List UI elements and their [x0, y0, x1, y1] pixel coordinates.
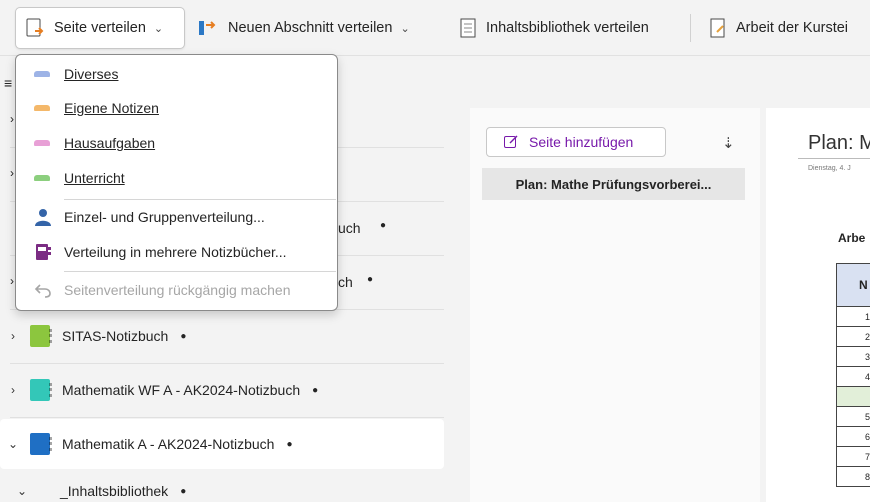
- undo-icon: [34, 284, 51, 298]
- distribute-page-menu: Diverses Eigene Notizen Hausaufgaben Unt…: [15, 54, 338, 311]
- title-underline: [798, 158, 870, 159]
- section-color-icon: [34, 140, 50, 146]
- notebook-mathe-a[interactable]: ⌄ Mathematik A - AK2024-Notizbuch ●: [0, 419, 444, 469]
- table-row: 3: [836, 347, 870, 367]
- sync-dot: ●: [180, 485, 187, 497]
- sync-dot: ●: [286, 438, 293, 450]
- page-list: Seite hinzufügen ⇣ Plan: Mathe Prüfungsv…: [470, 108, 760, 502]
- table-row: 2: [836, 327, 870, 347]
- table-row: 1: [836, 307, 870, 327]
- notebook-sitas[interactable]: › SITAS-Notizbuch ●: [0, 311, 444, 361]
- student-work-label: Arbeit der Kurstei: [736, 20, 849, 36]
- notebook-name: Mathematik WF A - AK2024-Notizbuch: [62, 382, 301, 398]
- menu-item-multiple-notebooks[interactable]: Verteilung in mehrere Notizbücher...: [16, 235, 337, 269]
- menu-item-label: Eigene Notizen: [64, 100, 159, 116]
- notebook-name: Mathematik A - AK2024-Notizbuch: [62, 436, 275, 452]
- section-name: _Inhaltsbibliothek: [60, 483, 169, 499]
- divider: [10, 417, 444, 418]
- distribute-section-label: Neuen Abschnitt verteilen: [228, 20, 393, 36]
- table-row: 8: [836, 467, 870, 487]
- table-row: 4: [836, 367, 870, 387]
- menu-item-hausaufgaben[interactable]: Hausaufgaben: [16, 126, 337, 160]
- page-canvas[interactable]: Plan: M Dienstag, 4. J Arbe N 1 2 3 4 5 …: [766, 108, 870, 502]
- table-row: 5: [836, 407, 870, 427]
- table-row: 6: [836, 427, 870, 447]
- notebook-name-partial[interactable]: uch: [338, 220, 361, 236]
- page-item[interactable]: Plan: Mathe Prüfungsvorberei...: [482, 168, 745, 200]
- chevron-right-icon[interactable]: ›: [0, 329, 26, 343]
- menu-item-label: Einzel- und Gruppenverteilung...: [64, 209, 265, 225]
- notebook-mathe-wf[interactable]: › Mathematik WF A - AK2024-Notizbuch ●: [0, 365, 444, 415]
- chevron-right-icon[interactable]: ›: [10, 112, 14, 126]
- menu-item-label: Hausaufgaben: [64, 135, 156, 151]
- menu-item-individual-group[interactable]: Einzel- und Gruppenverteilung...: [16, 200, 337, 234]
- menu-item-label: Unterricht: [64, 170, 125, 186]
- page-item-title: Plan: Mathe Prüfungsvorberei...: [515, 176, 712, 192]
- menu-item-undo-distribution: Seitenverteilung rückgängig machen: [16, 273, 337, 307]
- chevron-down-icon: ⌄: [400, 22, 410, 35]
- chevron-down-icon[interactable]: ⌄: [0, 484, 34, 498]
- notebook-name: SITAS-Notizbuch: [62, 328, 169, 344]
- chevron-down-icon: ⌄: [153, 22, 164, 35]
- add-page-button[interactable]: Seite hinzufügen: [486, 127, 666, 157]
- distribute-page-button[interactable]: Seite verteilen ⌄: [15, 7, 185, 49]
- page-title[interactable]: Plan: M: [808, 132, 870, 155]
- notebook-icon: [30, 325, 52, 347]
- table-row: [836, 387, 870, 407]
- content-table: N 1 2 3 4 5 6 7 8: [836, 263, 870, 487]
- content-heading: Arbe: [838, 231, 866, 245]
- table-row: 7: [836, 447, 870, 467]
- add-page-icon: [504, 135, 518, 148]
- section-color-icon: [34, 71, 50, 77]
- add-page-label: Seite hinzufügen: [529, 134, 634, 150]
- sort-icon[interactable]: ⇣: [722, 134, 735, 152]
- notebooks-icon: [36, 244, 51, 260]
- section-inhaltsbibliothek[interactable]: ⌄ _Inhaltsbibliothek ●: [0, 471, 444, 502]
- menu-item-eigene-notizen[interactable]: Eigene Notizen: [16, 91, 337, 125]
- sync-dot: ●: [367, 274, 374, 285]
- distribute-library-button[interactable]: Inhaltsbibliothek verteilen: [450, 7, 657, 49]
- chevron-down-icon[interactable]: ⌄: [0, 437, 26, 451]
- sync-dot: ●: [380, 220, 387, 231]
- ribbon: Seite verteilen ⌄ Neuen Abschnitt vertei…: [0, 0, 870, 56]
- review-work-icon: [710, 18, 725, 38]
- notebook-icon: [30, 379, 52, 401]
- distribute-section-icon: [199, 21, 216, 35]
- chevron-right-icon[interactable]: ›: [10, 166, 14, 180]
- distribute-page-label: Seite verteilen: [54, 20, 146, 36]
- distribute-section-button[interactable]: Neuen Abschnitt verteilen ⌄: [188, 7, 418, 49]
- menu-item-label: Seitenverteilung rückgängig machen: [64, 282, 291, 298]
- sync-dot: ●: [312, 384, 319, 396]
- person-icon: [35, 209, 51, 226]
- menu-item-unterricht[interactable]: Unterricht: [16, 161, 337, 195]
- notebook-name-partial[interactable]: ch: [338, 274, 353, 290]
- chevron-right-icon[interactable]: ›: [10, 274, 14, 288]
- menu-item-label: Verteilung in mehrere Notizbücher...: [64, 244, 287, 260]
- table-header: N: [836, 263, 870, 307]
- sync-dot: ●: [180, 330, 187, 342]
- distribute-library-label: Inhaltsbibliothek verteilen: [486, 20, 649, 36]
- page-date: Dienstag, 4. J: [808, 165, 851, 172]
- menu-item-label: Diverses: [64, 66, 119, 82]
- hamburger-icon[interactable]: ≡: [4, 75, 12, 91]
- menu-item-diverses[interactable]: Diverses: [16, 57, 337, 91]
- student-work-button[interactable]: Arbeit der Kurstei: [700, 7, 856, 49]
- menu-divider: [64, 271, 336, 272]
- section-color-icon: [34, 105, 50, 111]
- section-color-icon: [34, 175, 50, 181]
- distribute-page-icon: [26, 18, 44, 37]
- divider: [10, 363, 444, 364]
- chevron-right-icon[interactable]: ›: [0, 383, 26, 397]
- notebook-icon: [30, 433, 52, 455]
- content-library-icon: [460, 18, 476, 38]
- ribbon-divider: [690, 14, 691, 42]
